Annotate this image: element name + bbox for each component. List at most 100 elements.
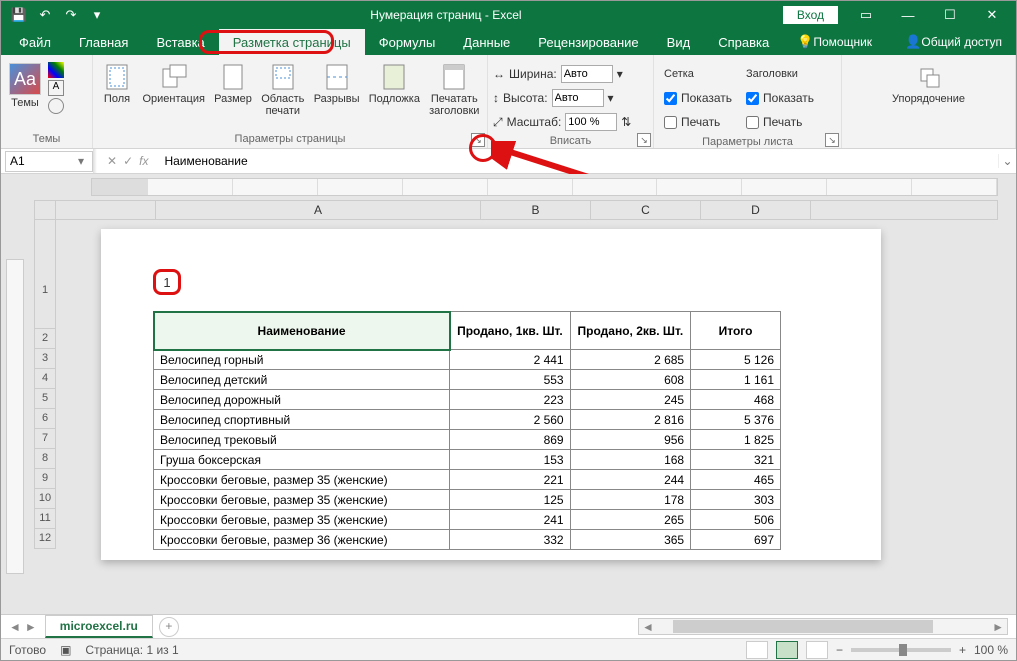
dropdown-icon[interactable]: ▾ [617, 67, 623, 81]
formula-expand-icon[interactable]: ⌄ [998, 154, 1016, 168]
spinner-icon[interactable]: ⇅ [621, 115, 631, 129]
margins-button[interactable]: Поля [97, 61, 137, 107]
table-cell[interactable]: 241 [450, 510, 570, 530]
tab-page-layout[interactable]: Разметка страницы [219, 29, 365, 55]
row-header[interactable]: 11 [34, 509, 56, 529]
table-cell[interactable]: 153 [450, 450, 570, 470]
table-cell[interactable]: 5 126 [691, 350, 781, 370]
page-number-header[interactable]: 1 [153, 269, 181, 295]
horizontal-ruler[interactable] [91, 178, 998, 196]
scale-dialog-launcher[interactable]: ↘ [637, 133, 651, 147]
table-cell[interactable]: 5 376 [691, 410, 781, 430]
table-cell[interactable]: 223 [450, 390, 570, 410]
fonts-icon[interactable]: A [48, 80, 64, 96]
table-cell[interactable]: 245 [570, 390, 690, 410]
page-setup-dialog-launcher[interactable]: ↘ [471, 133, 485, 147]
table-cell[interactable]: Велосипед дорожный [154, 390, 450, 410]
gridlines-print-checkbox[interactable] [664, 116, 677, 129]
print-titles-button[interactable]: Печатать заголовки [426, 61, 483, 119]
table-cell[interactable]: 365 [570, 530, 690, 550]
scroll-thumb[interactable] [673, 620, 933, 633]
arrange-button[interactable]: Упорядочение [888, 61, 969, 107]
col-header-d[interactable]: D [701, 200, 811, 220]
tab-insert[interactable]: Вставка [142, 29, 218, 55]
table-cell[interactable]: 221 [450, 470, 570, 490]
tab-formulas[interactable]: Формулы [365, 29, 450, 55]
table-cell[interactable]: 178 [570, 490, 690, 510]
minimize-button[interactable]: — [888, 2, 928, 28]
breaks-button[interactable]: Разрывы [310, 61, 363, 107]
table-cell[interactable]: 332 [450, 530, 570, 550]
row-header[interactable]: 4 [34, 369, 56, 389]
headings-show-checkbox[interactable] [746, 92, 759, 105]
row-header-1[interactable]: 1 [34, 220, 56, 329]
table-cell[interactable]: 244 [570, 470, 690, 490]
macro-record-icon[interactable]: ▣ [60, 643, 71, 657]
tab-home[interactable]: Главная [65, 29, 142, 55]
header-cell-total[interactable]: Итого [691, 312, 781, 350]
header-cell-name[interactable]: Наименование [154, 312, 450, 350]
zoom-level[interactable]: 100 % [974, 643, 1008, 657]
sheet-options-dialog-launcher[interactable]: ↘ [825, 133, 839, 147]
table-cell[interactable]: Велосипед горный [154, 350, 450, 370]
row-header[interactable]: 10 [34, 489, 56, 509]
table-cell[interactable]: Велосипед спортивный [154, 410, 450, 430]
tab-file[interactable]: Файл [5, 29, 65, 55]
table-cell[interactable]: Груша боксерская [154, 450, 450, 470]
table-cell[interactable]: 321 [691, 450, 781, 470]
cancel-icon[interactable]: ✕ [107, 154, 117, 168]
table-cell[interactable]: 697 [691, 530, 781, 550]
tab-assistant[interactable]: 💡 Помощник [783, 29, 886, 55]
table-cell[interactable]: 2 441 [450, 350, 570, 370]
save-button[interactable]: 💾 [7, 4, 31, 26]
dropdown-icon[interactable]: ▾ [608, 91, 614, 105]
name-box[interactable]: A1▾ [5, 151, 93, 172]
page-break-view-button[interactable] [806, 641, 828, 659]
table-cell[interactable]: Кроссовки беговые, размер 35 (женские) [154, 510, 450, 530]
zoom-thumb[interactable] [899, 644, 907, 656]
table-cell[interactable]: 465 [691, 470, 781, 490]
table-cell[interactable]: 303 [691, 490, 781, 510]
row-header[interactable]: 7 [34, 429, 56, 449]
close-button[interactable]: ✕ [972, 2, 1012, 28]
zoom-out-button[interactable]: − [836, 643, 843, 657]
ribbon-options-icon[interactable]: ▭ [846, 2, 886, 28]
themes-button[interactable]: Aa Темы [5, 61, 45, 111]
normal-view-button[interactable] [746, 641, 768, 659]
orientation-button[interactable]: Ориентация [139, 61, 208, 107]
col-header-c[interactable]: C [591, 200, 701, 220]
table-cell[interactable]: 869 [450, 430, 570, 450]
effects-icon[interactable] [48, 98, 64, 114]
scroll-right-icon[interactable]: ► [989, 620, 1007, 634]
table-cell[interactable]: Велосипед трековый [154, 430, 450, 450]
table-cell[interactable]: 1 825 [691, 430, 781, 450]
table-cell[interactable]: 553 [450, 370, 570, 390]
sheet-tab[interactable]: microexcel.ru [45, 615, 153, 638]
scale-input[interactable] [565, 113, 617, 131]
row-header[interactable]: 6 [34, 409, 56, 429]
col-header-a[interactable]: A [156, 200, 481, 220]
zoom-in-button[interactable]: + [959, 643, 966, 657]
row-header[interactable]: 3 [34, 349, 56, 369]
row-header[interactable]: 12 [34, 529, 56, 549]
header-cell-q1[interactable]: Продано, 1кв. Шт. [450, 312, 570, 350]
table-cell[interactable]: 2 685 [570, 350, 690, 370]
maximize-button[interactable]: ☐ [930, 2, 970, 28]
namebox-dropdown-icon[interactable]: ▾ [74, 154, 88, 168]
width-input[interactable] [561, 65, 613, 83]
size-button[interactable]: Размер [210, 61, 255, 107]
tab-review[interactable]: Рецензирование [524, 29, 652, 55]
table-cell[interactable]: 168 [570, 450, 690, 470]
row-header[interactable]: 9 [34, 469, 56, 489]
table-cell[interactable]: 125 [450, 490, 570, 510]
table-cell[interactable]: 608 [570, 370, 690, 390]
tab-view[interactable]: Вид [653, 29, 705, 55]
row-header[interactable]: 5 [34, 389, 56, 409]
vertical-ruler[interactable] [6, 259, 24, 574]
row-header[interactable]: 2 [34, 329, 56, 349]
table-cell[interactable]: 956 [570, 430, 690, 450]
share-button[interactable]: 👤 Общий доступ [891, 29, 1016, 55]
select-all-corner[interactable] [34, 200, 56, 220]
login-button[interactable]: Вход [783, 6, 838, 24]
page-layout-view-button[interactable] [776, 641, 798, 659]
